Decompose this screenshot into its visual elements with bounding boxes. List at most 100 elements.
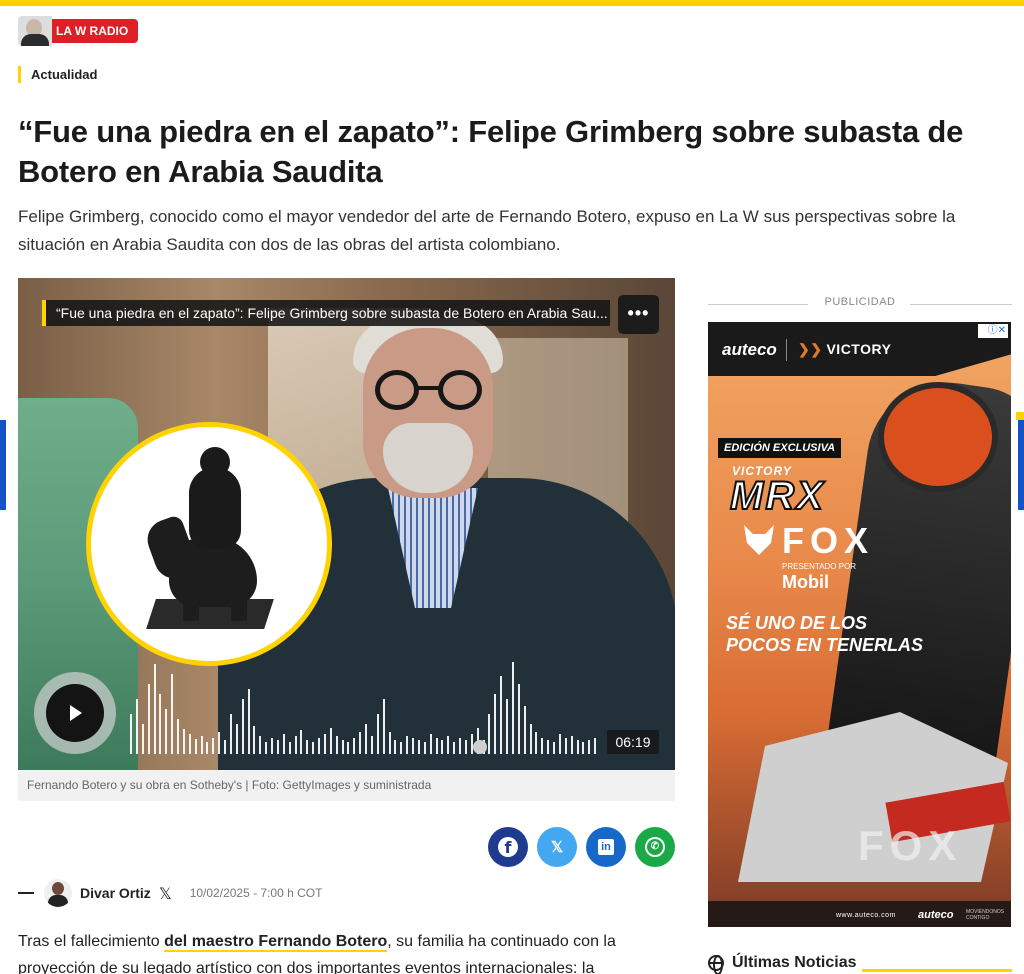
waveform-bar [188,734,191,754]
ad-brand-logo: auteco [722,340,777,359]
waveform-bar [547,740,550,754]
ad-fox-logo: FOX [744,520,874,562]
waveform-bar [247,689,250,754]
share-whatsapp-button[interactable]: ✆ [635,827,675,867]
side-accent [1016,412,1024,420]
waveform-bar [353,738,356,754]
waveform-bar [423,742,426,754]
waveform-bar [453,742,456,754]
waveform-bar [594,738,597,754]
brand-badge[interactable]: LA W RADIO [18,16,139,46]
play-button[interactable] [34,672,116,754]
more-icon[interactable]: ••• [618,295,659,334]
waveform-bar [464,740,467,754]
playback-scrubber[interactable] [473,740,487,754]
waveform-bar [564,738,567,754]
side-banner-left[interactable] [0,420,6,510]
section-label[interactable]: Actualidad [18,66,97,83]
waveform-bar [294,736,297,754]
waveform-bar [271,738,273,754]
waveform-bar [253,726,256,754]
side-banner-right[interactable] [1018,420,1024,510]
author-name[interactable]: Divar Ortiz [80,885,151,901]
waveform-bar [435,738,438,754]
linkedin-icon: in [598,839,614,855]
share-x-button[interactable]: 𝕏 [537,827,577,867]
advertisement-banner[interactable]: FOX auteco ❯❯ VICTORY ⓘ✕ EDICIÓN EXCLUSIV… [708,322,1011,927]
waveform-bar [130,714,132,754]
waveform-bar [541,738,544,754]
waveform-bar [177,719,179,754]
waveform-bar [494,694,497,754]
fox-head-icon [744,525,774,555]
share-linkedin-button[interactable]: in [586,827,626,867]
waveform-bar [488,714,491,754]
top-accent-bar [0,0,1024,6]
waveform-bar [224,740,226,754]
waveform-bar [206,742,209,754]
duration-label: 06:19 [607,730,659,754]
waveform-bar [359,732,362,754]
waveform-bar [171,674,174,754]
byline-dash [18,892,34,894]
waveform-bar [441,740,444,754]
brand-name: LA W RADIO [46,19,139,43]
waveform-bar [459,738,461,754]
photo-caption: Fernando Botero y su obra en Sotheby's |… [18,770,675,801]
waveform-bar [182,729,185,754]
article-body: Tras el fallecimiento del maestro Fernan… [18,933,616,974]
waveform-bar [535,732,538,754]
waveform-bar [347,742,350,754]
ad-info-icon[interactable]: ⓘ✕ [978,324,1008,338]
author-byline: Divar Ortiz 𝕏 10/02/2025 - 7:00 h COT [18,878,322,908]
waveform-bar [388,732,391,754]
ad-mobil-logo: Mobil [782,572,829,592]
waveform-bar [394,740,397,754]
waveform-bar [235,724,238,754]
play-icon [70,705,82,721]
waveform-bar [382,699,385,754]
body-link[interactable]: del maestro Fernando Botero [164,933,388,952]
waveform-bar [259,736,262,754]
waveform-bar [335,736,338,754]
waveform-bar [135,699,138,754]
waveform-bar [365,724,367,754]
waveform-bar [406,736,409,754]
waveform-bar [447,736,450,754]
waveform-bar [506,699,508,754]
waveform-bar [511,662,514,754]
latest-news-heading[interactable]: Últimas Noticias [708,954,857,974]
waveform-bar [400,742,403,754]
latest-news-label: Últimas Noticias [732,954,857,971]
waveform-bar [200,736,203,754]
waveform-bar [500,676,503,754]
waveform-bar [212,738,215,754]
ad-model-name: MRX [729,473,825,519]
ad-partner-logo: ❯❯ VICTORY [798,341,892,357]
audio-waveform[interactable] [130,658,600,754]
latest-news-underline [862,969,1012,972]
waveform-bar [553,742,555,754]
waveform-bar [147,684,150,754]
sculpture-inset [86,422,332,666]
share-facebook-button[interactable]: f [488,827,528,867]
x-icon: 𝕏 [550,839,564,856]
waveform-bar [588,740,591,754]
player-title: “Fue una piedra en el zapato”: Felipe Gr… [42,300,610,326]
waveform-bar [300,730,303,754]
waveform-bar [529,724,532,754]
rider-helmet [878,382,998,492]
waveform-bar [282,734,285,754]
facebook-icon: f [498,837,518,857]
waveform-bar [159,694,162,754]
wing-icon: ❯❯ [798,341,823,357]
waveform-bar [194,739,197,754]
ad-badge: EDICIÓN EXCLUSIVA [718,438,842,458]
waveform-bar [570,736,573,754]
waveform-bar [329,728,332,754]
author-avatar[interactable] [44,879,72,907]
author-x-icon[interactable]: 𝕏 [159,884,172,903]
waveform-bar [517,684,520,754]
audio-player[interactable]: “Fue una piedra en el zapato”: Felipe Gr… [18,278,675,770]
waveform-bar [558,734,561,754]
